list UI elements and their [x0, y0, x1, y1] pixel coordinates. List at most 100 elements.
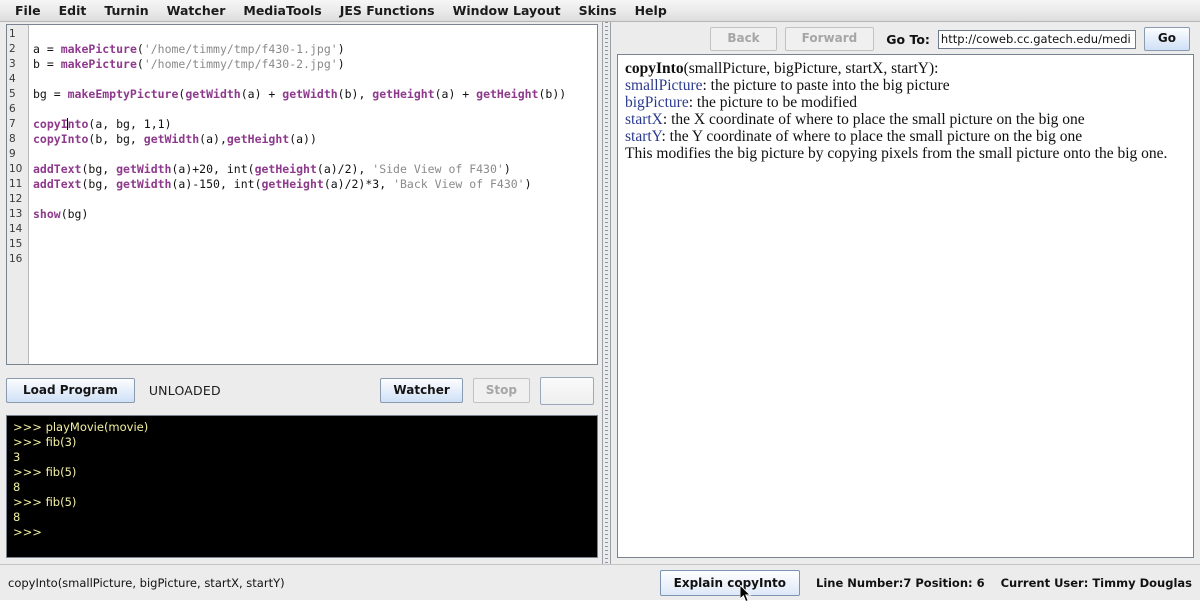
code-token-str: 'Back View of F430': [393, 177, 525, 191]
code-token-plain: (bg,: [81, 177, 117, 191]
console-line: >>> fib(5): [13, 495, 77, 509]
code-token-str: 'Side View of F430': [372, 162, 504, 176]
code-token-fn: copyI: [33, 117, 68, 131]
line-number: 11: [9, 178, 23, 190]
watcher-button[interactable]: Watcher: [380, 377, 463, 404]
explain-function-button[interactable]: Explain copyInto: [659, 569, 800, 596]
doc-browser-toolbar: Back Forward Go To: Go: [611, 24, 1200, 54]
code-token-fn: getWidth: [185, 87, 241, 101]
main-split-container: 1 2 3 4 5 6 7 8 9 10 11 12 13 14 15 16 a = makePicture(…: [0, 22, 1200, 564]
program-toolbar: Load Program UNLOADED Watcher Stop: [6, 369, 598, 412]
console-line: 8: [13, 480, 21, 494]
doc-line: smallPicture: the picture to paste into …: [625, 77, 1187, 94]
doc-line: startY: the Y coordinate of where to pla…: [625, 128, 1187, 145]
menu-item-turnin[interactable]: Turnin: [95, 1, 157, 20]
code-token-fn: getWidth: [143, 132, 200, 146]
code-text-area[interactable]: a = makePicture('/home/timmy/tmp/f430-1.…: [29, 25, 597, 364]
status-bar: copyInto(smallPicture, bigPicture, start…: [0, 564, 1200, 603]
line-number: 15: [9, 238, 23, 250]
code-token-plain: (a) +: [434, 87, 477, 101]
console-line: >>>: [13, 525, 42, 539]
code-token-plain: (a)): [289, 132, 317, 146]
menu-item-jes-functions[interactable]: JES Functions: [331, 1, 444, 20]
status-right-group: Explain copyInto Line Number:7 Position:…: [659, 569, 1192, 596]
code-token-fn: nto: [67, 117, 89, 131]
console-line: >>> fib(3): [13, 435, 77, 449]
doc-signature-args: (smallPicture, bigPicture, startX, start…: [683, 60, 939, 77]
line-number: 8: [9, 133, 16, 145]
line-number: 16: [9, 253, 23, 265]
doc-line: This modifies the big picture by copying…: [625, 145, 1187, 162]
code-token-fn: getHeight: [254, 162, 317, 176]
code-token-fn: getWidth: [116, 162, 172, 176]
doc-paragraph: This modifies the big picture by copying…: [625, 145, 1168, 162]
command-console[interactable]: >>> playMovie(movie) >>> fib(3) 3 >>> fib(5…: [6, 415, 598, 558]
doc-param-description: : the Y coordinate of where to place the…: [661, 128, 1083, 145]
line-number: 6: [9, 103, 16, 115]
extra-blank-button[interactable]: [540, 376, 594, 405]
code-token-plain: (a)/2),: [316, 162, 373, 176]
code-token-plain: (b, bg,: [88, 132, 144, 146]
line-number: 7: [9, 118, 16, 130]
console-line: 3: [13, 450, 21, 464]
line-number: 9: [9, 148, 16, 160]
line-number: 12: [9, 193, 23, 205]
code-token-plain: (a)+20, int(: [171, 162, 255, 176]
code-token-plain: (a)/2)*3,: [323, 177, 394, 191]
code-token-plain: (: [136, 42, 144, 56]
code-token-str: '/home/timmy/tmp/f430-2.jpg': [143, 57, 338, 71]
menu-item-skins[interactable]: Skins: [570, 1, 626, 20]
code-token-plain: (: [136, 57, 144, 71]
code-token-plain: ): [524, 177, 532, 191]
line-number: 2: [9, 43, 16, 55]
load-status-label: UNLOADED: [148, 383, 221, 398]
line-number: 4: [9, 73, 16, 85]
current-user-label: Current User: Timmy Douglas: [1000, 575, 1192, 590]
console-line: >>> playMovie(movie): [13, 420, 149, 434]
doc-param-description: : the picture to paste into the big pict…: [702, 77, 950, 94]
line-number: 3: [9, 58, 16, 70]
code-token-plain: (b),: [337, 87, 373, 101]
menu-item-help[interactable]: Help: [626, 1, 676, 20]
code-token-fn: getHeight: [476, 87, 539, 101]
doc-line: startX: the X coordinate of where to pla…: [625, 111, 1187, 128]
jes-application-window: File Edit Turnin Watcher MediaTools JES Funct…: [0, 0, 1200, 603]
load-program-button[interactable]: Load Program: [6, 377, 135, 404]
status-function-signature: copyInto(smallPicture, bigPicture, start…: [8, 575, 285, 590]
line-number: 14: [9, 223, 23, 235]
line-number-gutter: 1 2 3 4 5 6 7 8 9 10 11 12 13 14 15 16: [7, 25, 29, 364]
code-token-fn: getWidth: [116, 177, 172, 191]
code-line: b = makePicture('/home/timmy/tmp/f430-2.…: [33, 57, 597, 72]
code-line: copyInto(a, bg, 1,1): [33, 117, 597, 132]
code-line: bg = makeEmptyPicture(getWidth(a) + getW…: [33, 87, 597, 102]
code-token-fn: makeEmptyPicture: [67, 87, 179, 101]
stop-button: Stop: [472, 377, 530, 404]
menu-item-window-layout[interactable]: Window Layout: [444, 1, 570, 20]
code-editor[interactable]: 1 2 3 4 5 6 7 8 9 10 11 12 13 14 15 16 a = makePicture(…: [6, 24, 598, 365]
code-token-plain: (a)-150, int(: [171, 177, 262, 191]
back-button: Back: [710, 27, 777, 51]
menu-item-edit[interactable]: Edit: [50, 1, 96, 20]
console-line: >>> fib(5): [13, 465, 77, 479]
doc-line: copyInto(smallPicture, bigPicture, start…: [625, 60, 1187, 77]
code-token-fn: makePicture: [60, 57, 137, 71]
doc-param-name: bigPicture: [625, 94, 689, 111]
code-token-fn: makePicture: [60, 42, 137, 56]
go-button[interactable]: Go: [1143, 27, 1190, 51]
line-position-indicator: Line Number:7 Position: 6: [816, 575, 985, 590]
menu-item-file[interactable]: File: [6, 1, 50, 20]
url-input[interactable]: [937, 29, 1136, 49]
menu-item-watcher[interactable]: Watcher: [158, 1, 235, 20]
line-number: 5: [9, 88, 16, 100]
menu-item-mediatools[interactable]: MediaTools: [234, 1, 330, 20]
pane-splitter[interactable]: [602, 22, 611, 564]
code-token-fn: show: [33, 207, 61, 221]
line-number: 13: [9, 208, 23, 220]
code-token-plain: ): [503, 162, 511, 176]
code-token-fn: getWidth: [282, 87, 338, 101]
